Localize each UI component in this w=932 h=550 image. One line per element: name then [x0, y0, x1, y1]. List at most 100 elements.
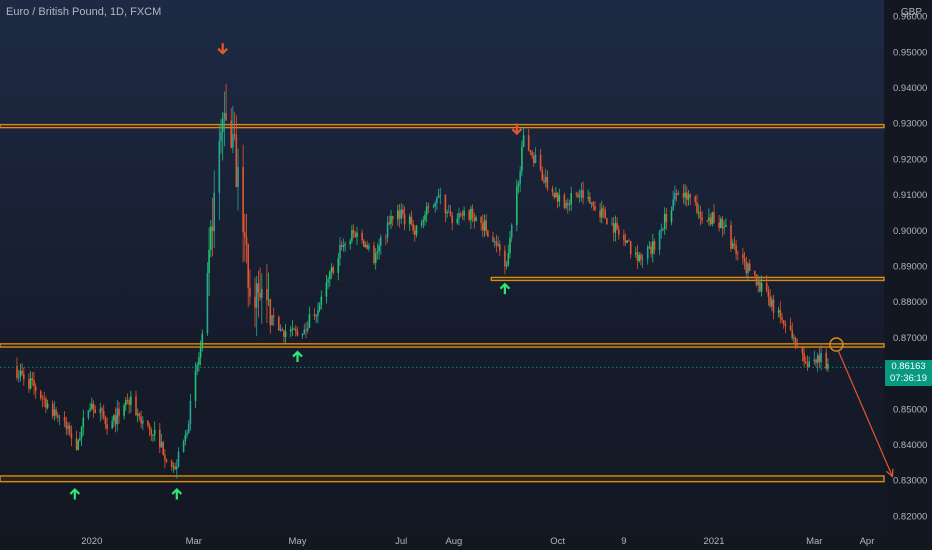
candle-body: [427, 206, 430, 208]
candle-body: [221, 118, 224, 133]
candle-body: [449, 211, 452, 216]
candle-body: [23, 373, 25, 380]
candle-body: [153, 429, 156, 435]
candle-body: [130, 396, 132, 405]
candle-body: [670, 210, 673, 222]
y-tick-label: 0.87000: [893, 333, 927, 344]
candle-body: [82, 417, 85, 428]
candle-body: [123, 405, 125, 416]
candle-body: [648, 246, 651, 248]
candle-body: [136, 413, 139, 416]
candle-body: [456, 218, 459, 224]
candle-body: [806, 363, 809, 367]
candle-body: [425, 206, 428, 215]
candle-body: [111, 420, 113, 429]
candle-body: [696, 202, 698, 213]
candle-body: [493, 241, 496, 243]
candle-body: [499, 244, 501, 251]
candle-body: [21, 370, 23, 374]
candle-body: [403, 214, 406, 225]
candle-body: [733, 243, 736, 246]
candle-body: [578, 196, 581, 198]
candle-body: [113, 415, 115, 421]
candle-body: [743, 258, 746, 262]
candle-body: [159, 429, 161, 448]
candle-body: [529, 150, 532, 153]
candle-body: [92, 403, 95, 410]
candle-body: [827, 364, 829, 369]
candle-body: [378, 245, 380, 252]
last-price-badge: 0.86163 07:36:19: [885, 360, 932, 386]
candle-body: [567, 202, 569, 206]
candle-body: [701, 217, 703, 221]
candle-body: [65, 421, 68, 429]
currency-label: GBP: [900, 7, 922, 18]
candle-body: [517, 183, 520, 187]
time-axis-panel[interactable]: [0, 532, 884, 550]
candle-body: [242, 167, 244, 233]
support-resistance-zone[interactable]: [490, 276, 885, 282]
symbol-title[interactable]: Euro / British Pound, 1D, FXCM: [6, 6, 161, 18]
candle-body: [266, 289, 268, 301]
candle-body: [665, 213, 668, 222]
candle-body: [765, 282, 768, 291]
support-resistance-zone[interactable]: [0, 475, 885, 483]
candle-body: [628, 240, 630, 242]
candle-body: [412, 223, 414, 231]
candle-body: [745, 261, 748, 274]
candle-body: [87, 410, 90, 418]
candle-body: [805, 361, 807, 364]
candle-body: [99, 408, 102, 414]
countdown-timer: 07:36:19: [890, 373, 927, 384]
candle-body: [650, 246, 652, 254]
candle-body: [544, 176, 547, 183]
candle-body: [244, 232, 246, 237]
y-tick-label: 0.91000: [893, 190, 927, 201]
candle-body: [125, 400, 127, 406]
support-resistance-zone[interactable]: [0, 343, 885, 348]
candle-body: [533, 155, 535, 164]
candle-body: [247, 244, 249, 288]
candle-body: [697, 211, 700, 213]
candle-body: [459, 213, 462, 215]
candle-body: [652, 241, 654, 254]
candle-body: [448, 211, 450, 213]
candle-body: [748, 263, 751, 271]
candle-body: [699, 211, 702, 218]
candle-body: [485, 220, 487, 231]
candle-body: [68, 425, 71, 433]
candle-body: [313, 313, 316, 316]
candle-body: [55, 409, 57, 416]
candle-body: [771, 299, 773, 307]
candle-body: [267, 299, 270, 301]
candle-body: [589, 197, 591, 204]
candle-body: [325, 282, 328, 297]
candle-body: [301, 333, 304, 336]
candle-body: [420, 222, 423, 226]
candle-body: [164, 454, 166, 460]
candle-body: [152, 434, 154, 436]
candle-body: [604, 210, 606, 219]
candlestick-chart[interactable]: 0.820000.830000.840000.850000.860000.870…: [0, 0, 932, 550]
candle-body: [102, 410, 105, 418]
candle-body: [446, 212, 448, 214]
candle-body: [29, 378, 32, 389]
candle-body: [259, 292, 261, 298]
candle-body: [201, 333, 204, 348]
candle-body: [782, 320, 785, 325]
candle-body: [636, 252, 639, 261]
x-tick-label: Oct: [550, 536, 565, 547]
candle-body: [504, 250, 506, 267]
candle-body: [558, 194, 561, 202]
candle-body: [534, 154, 537, 164]
candle-body: [218, 141, 221, 193]
candle-body: [568, 204, 571, 206]
candle-body: [138, 413, 141, 417]
candle-body: [754, 270, 756, 275]
candle-body: [101, 408, 103, 411]
candle-body: [271, 315, 273, 326]
candle-body: [458, 213, 460, 219]
support-resistance-zone[interactable]: [0, 123, 885, 129]
y-tick-label: 0.84000: [893, 440, 927, 451]
candle-body: [663, 213, 666, 229]
